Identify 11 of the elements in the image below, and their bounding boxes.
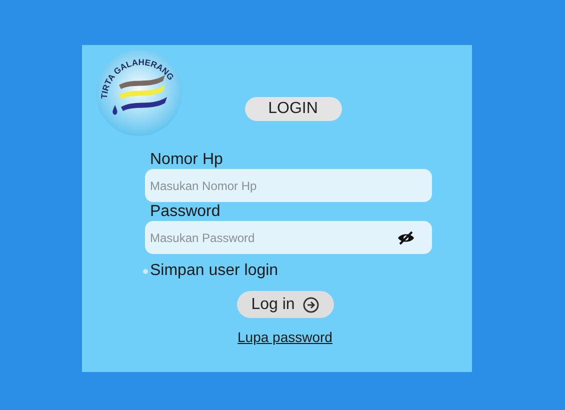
remember-label: Simpan user login (150, 261, 278, 281)
input-field[interactable]: Masukan Nomor Hp (145, 169, 432, 202)
eye-slash-icon[interactable] (397, 231, 415, 245)
remember-checkbox[interactable] (143, 268, 148, 274)
login-button[interactable]: Log in (236, 291, 334, 318)
field-label: Password (150, 203, 222, 221)
input-field[interactable]: Masukan Password (145, 221, 432, 254)
field-label: Nomor Hp (150, 151, 224, 169)
arrow-circle-icon (302, 296, 319, 312)
forgot-password-link[interactable]: Lupa password (238, 327, 332, 348)
login-heading: LOGIN (244, 97, 342, 121)
